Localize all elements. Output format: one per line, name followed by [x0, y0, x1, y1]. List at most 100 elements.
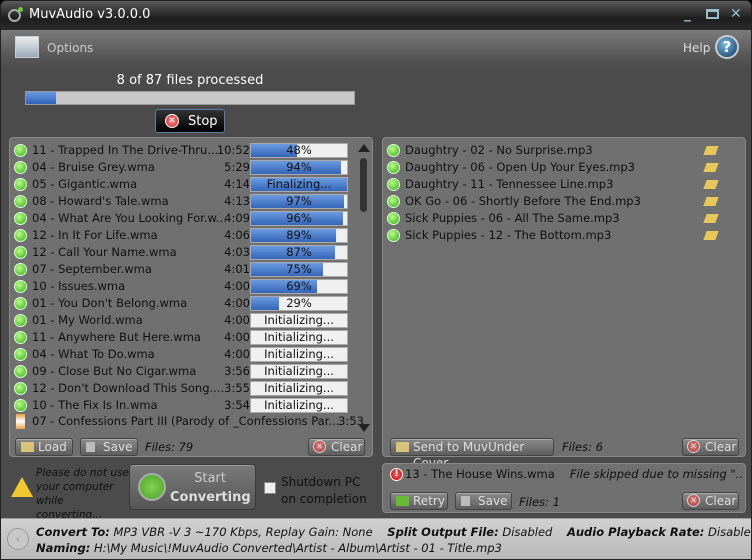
error-message: File skipped due to missing ".. — [569, 467, 743, 481]
app-logo-icon — [8, 7, 23, 22]
queue-row[interactable]: 10 - The Fix Is In.wma 3:54 Initializing… — [14, 397, 354, 414]
queue-panel: 11 - Trapped In The Drive-Thru... 10:52 … — [9, 137, 373, 457]
queue-row[interactable]: 05 - Gigantic.wma 4:14 Finalizing... — [14, 176, 354, 193]
check-icon — [387, 161, 400, 174]
help-menu[interactable]: Help — [683, 41, 710, 55]
queue-row[interactable]: 01 - You Don't Belong.wma 4:00 29% — [14, 295, 354, 312]
warning-icon — [11, 477, 33, 497]
close-button[interactable]: ✕ — [730, 6, 742, 22]
open-folder-icon[interactable] — [703, 231, 719, 240]
queue-row[interactable]: 10 - Issues.wma 4:00 69% — [14, 278, 354, 295]
window-title: MuvAudio v3.0.0.0 — [29, 7, 151, 22]
load-button[interactable]: Load — [15, 438, 73, 456]
clear-errors-button[interactable]: ✕ Clear — [682, 492, 739, 510]
options-menu[interactable]: Options — [47, 41, 93, 55]
row-progress-bar: Initializing... — [250, 347, 348, 362]
open-folder-icon[interactable] — [703, 197, 719, 206]
row-progress-bar: Initializing... — [250, 398, 348, 413]
status-ok-icon — [14, 212, 27, 225]
warning-text: Please do not use your computer while co… — [36, 467, 129, 521]
check-icon — [387, 195, 400, 208]
status-ok-icon — [14, 314, 27, 327]
maximize-button[interactable] — [706, 9, 719, 19]
completed-panel: Daughtry - 02 - No Surprise.mp3 Daughtry… — [382, 137, 746, 470]
minimize-button[interactable]: _ — [684, 6, 691, 22]
overall-progress-fill — [26, 92, 57, 104]
queue-row[interactable]: 11 - Trapped In The Drive-Thru... 10:52 … — [14, 142, 354, 159]
settings-summary: Convert To: MP3 VBR -V 3 ~170 Kbps, Repl… — [36, 525, 751, 539]
completed-row[interactable]: Daughtry - 11 - Tennessee Line.mp3 — [387, 176, 737, 193]
row-progress-bar: 29% — [250, 296, 348, 311]
status-ok-icon — [14, 331, 27, 344]
row-progress-bar: Initializing... — [250, 364, 348, 379]
shutdown-label[interactable]: Shutdown PC on completion — [281, 474, 371, 508]
clear-completed-button[interactable]: ✕ Clear — [682, 438, 739, 456]
clear-queue-button[interactable]: ✕ Clear — [308, 438, 365, 456]
completed-row[interactable]: Daughtry - 02 - No Surprise.mp3 — [387, 142, 737, 159]
error-row[interactable]: ! 13 - The House Wins.wma File skipped d… — [387, 466, 743, 483]
queue-scrollbar[interactable] — [357, 142, 371, 432]
row-progress-bar: 69% — [250, 279, 348, 294]
status-ok-icon — [14, 161, 27, 174]
row-progress-bar: 89% — [250, 228, 348, 243]
completed-row[interactable]: Daughtry - 06 - Open Up Your Eyes.mp3 — [387, 159, 737, 176]
app-window: MuvAudio v3.0.0.0 _ ✕ Options Help ? 8 o… — [0, 0, 752, 560]
scroll-down-icon[interactable] — [358, 424, 370, 432]
start-converting-button[interactable]: Start Converting — [129, 464, 256, 510]
row-progress-bar: Initializing... — [250, 381, 348, 396]
row-progress-bar: 48% — [250, 143, 348, 158]
help-icon[interactable]: ? — [715, 35, 739, 59]
shutdown-checkbox[interactable] — [264, 482, 276, 494]
completed-row[interactable]: OK Go - 06 - Shortly Before The End.mp3 — [387, 193, 737, 210]
retry-button[interactable]: Retry — [390, 492, 448, 510]
completed-row[interactable]: Sick Puppies - 12 - The Bottom.mp3 — [387, 227, 737, 244]
queue-row[interactable]: 11 - Anywhere But Here.wma 4:00 Initiali… — [14, 329, 354, 346]
status-bar: ‹ Convert To: MP3 VBR -V 3 ~170 Kbps, Re… — [1, 518, 751, 559]
row-progress-bar: Finalizing... — [250, 177, 348, 192]
completed-row[interactable]: Sick Puppies - 06 - All The Same.mp3 — [387, 210, 737, 227]
status-ok-icon — [14, 365, 27, 378]
stop-button[interactable]: ✕ Stop — [155, 109, 225, 133]
stop-icon: ✕ — [165, 114, 179, 128]
queue-row[interactable]: 08 - Howard's Tale.wma 4:13 97% — [14, 193, 354, 210]
save-errors-button[interactable]: Save — [455, 492, 512, 510]
open-folder-icon[interactable] — [703, 146, 719, 155]
queue-row[interactable]: 04 - What Are You Looking For.w... 4:09 … — [14, 210, 354, 227]
row-progress-bar: 94% — [250, 160, 348, 175]
scroll-up-icon[interactable] — [358, 144, 370, 152]
back-arrow-icon[interactable]: ‹ — [7, 528, 29, 550]
convert-icon — [138, 473, 166, 501]
save-queue-button[interactable]: Save — [80, 438, 138, 456]
open-folder-icon[interactable] — [703, 214, 719, 223]
row-progress-bar: 75% — [250, 262, 348, 277]
row-progress-bar: Initializing... — [250, 313, 348, 328]
queue-row[interactable]: 07 - September.wma 4:01 75% — [14, 261, 354, 278]
status-ok-icon — [14, 263, 27, 276]
queue-row[interactable]: 04 - What To Do.wma 4:00 Initializing... — [14, 346, 354, 363]
send-to-muvundercover-button[interactable]: Send to MuvUnder Cover — [390, 438, 554, 470]
queue-row[interactable]: 01 - My World.wma 4:00 Initializing... — [14, 312, 354, 329]
status-ok-icon — [14, 297, 27, 310]
clear-icon: ✕ — [687, 440, 700, 453]
clear-icon: ✕ — [313, 440, 326, 453]
status-ok-icon — [14, 280, 27, 293]
open-folder-icon[interactable] — [703, 180, 719, 189]
check-icon — [387, 144, 400, 157]
status-ok-icon — [14, 195, 27, 208]
queue-row[interactable]: 04 - Bruise Grey.wma 5:29 94% — [14, 159, 354, 176]
open-folder-icon[interactable] — [703, 163, 719, 172]
errors-panel: ! 13 - The House Wins.wma File skipped d… — [382, 463, 746, 513]
queue-row-pending[interactable]: 07 - Confessions Part III (Parody of _Co… — [14, 413, 364, 430]
status-ok-icon — [14, 246, 27, 259]
queue-row[interactable]: 12 - Call Your Name.wma 4:03 87% — [14, 244, 354, 261]
scroll-thumb[interactable] — [360, 158, 367, 212]
queue-row[interactable]: 12 - In It For Life.wma 4:06 89% — [14, 227, 354, 244]
status-ok-icon — [14, 178, 27, 191]
load-icon — [21, 442, 34, 452]
queue-row[interactable]: 09 - Close But No Cigar.wma 3:56 Initial… — [14, 363, 354, 380]
options-icon[interactable] — [15, 36, 39, 58]
completed-files-count: Files: 6 — [562, 440, 603, 454]
retry-icon — [396, 496, 409, 506]
status-ok-icon — [14, 382, 27, 395]
queue-row[interactable]: 12 - Don't Download This Song.... 3:55 I… — [14, 380, 354, 397]
